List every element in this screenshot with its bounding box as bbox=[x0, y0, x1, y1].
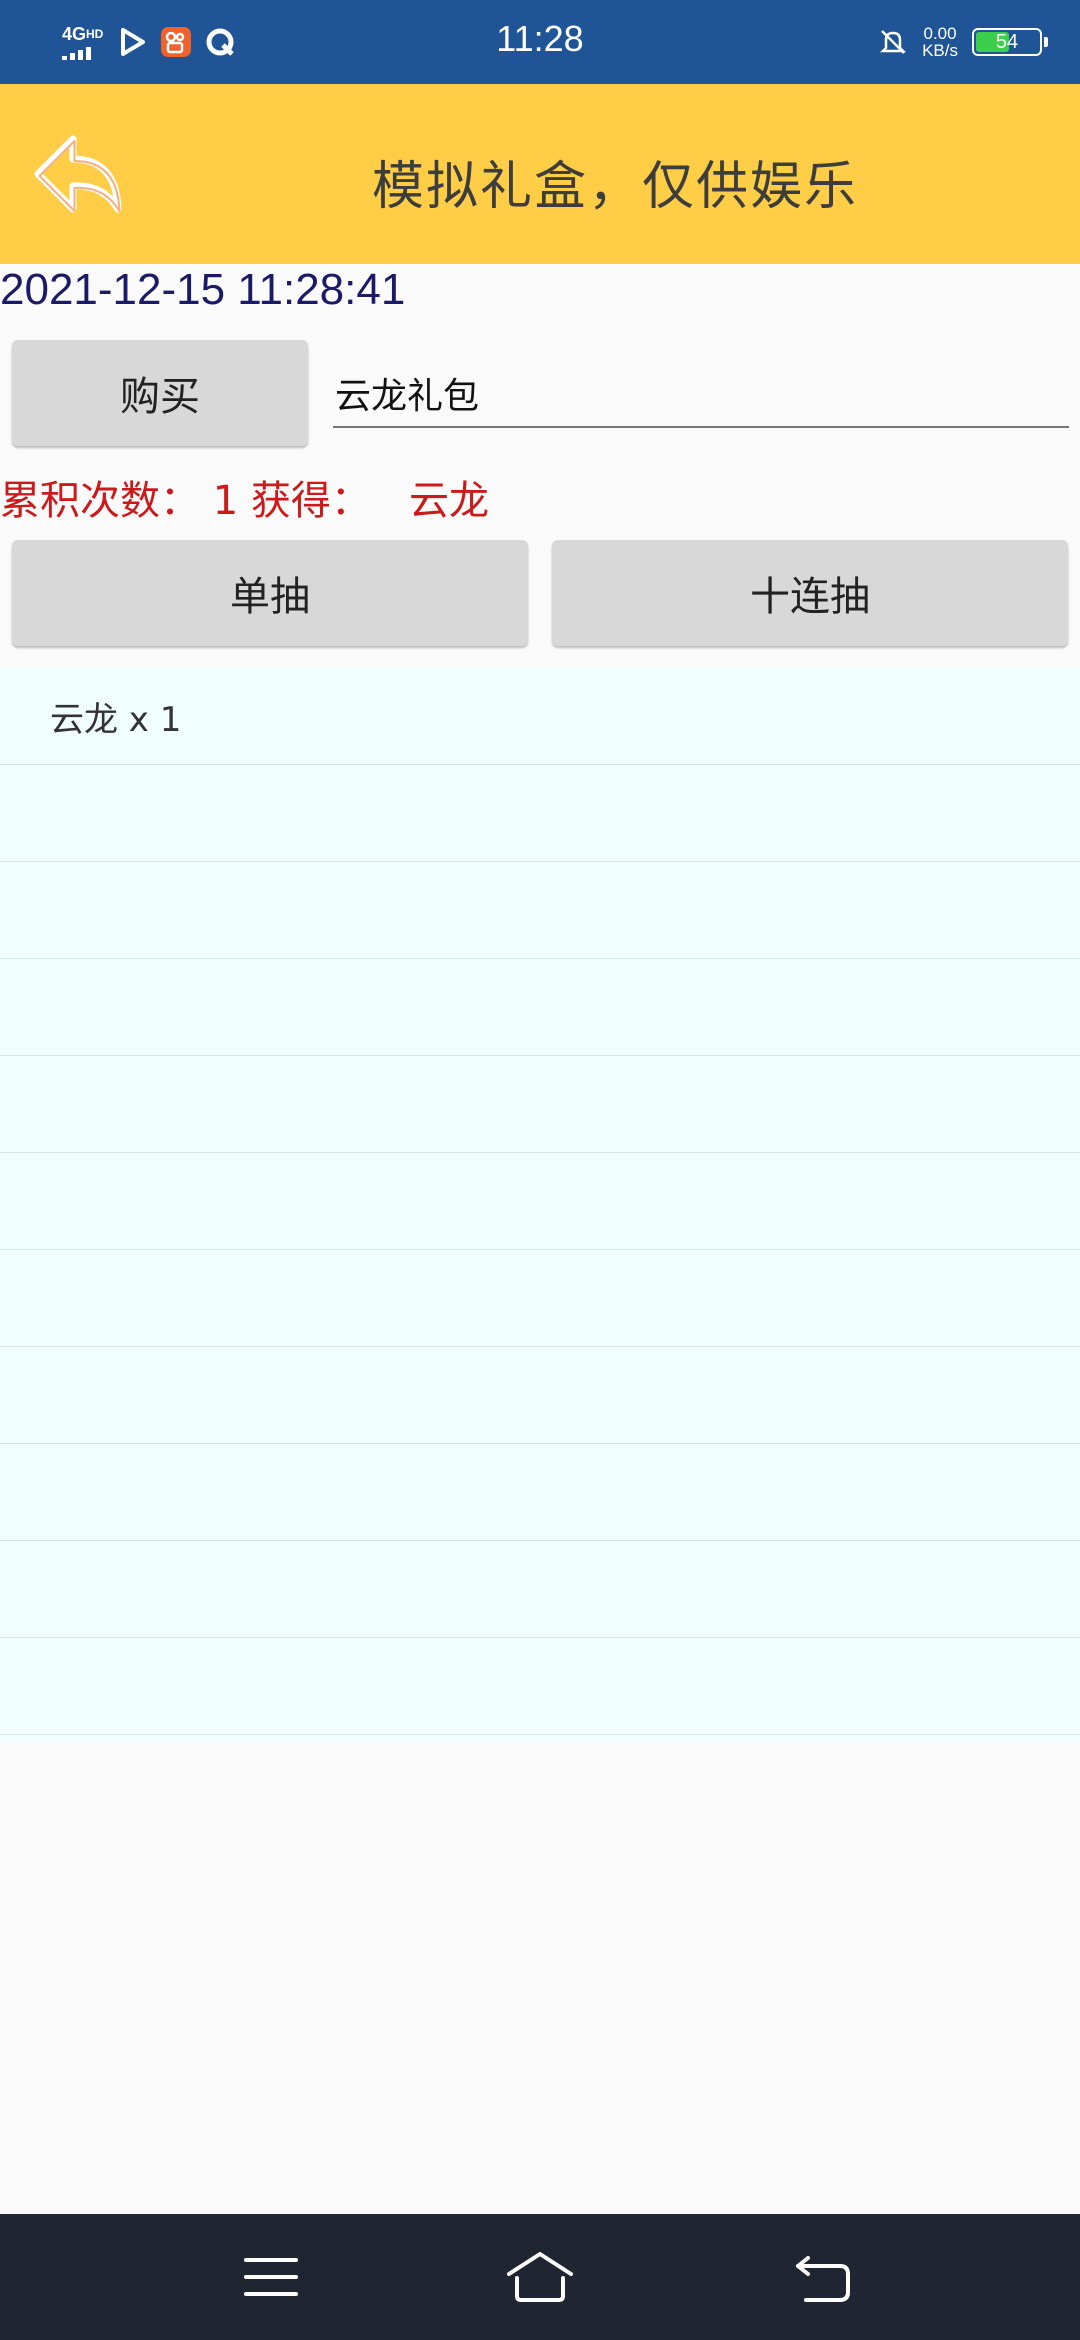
bell-muted-icon bbox=[880, 30, 907, 54]
gift-name-input[interactable] bbox=[333, 360, 1069, 428]
result-row[interactable] bbox=[0, 1444, 1080, 1541]
buy-button[interactable]: 购买 bbox=[12, 340, 308, 446]
result-row[interactable] bbox=[0, 959, 1080, 1056]
net-speed-value: 0.00 bbox=[923, 24, 957, 43]
current-datetime: 2021-12-15 11:28:41 bbox=[0, 265, 406, 314]
net-speed-unit: KB/s bbox=[922, 41, 958, 60]
result-row[interactable] bbox=[0, 1056, 1080, 1153]
battery-level: 54 bbox=[995, 31, 1019, 53]
draw-stats: 累积次数： 1 获得： 云龙 bbox=[0, 478, 490, 524]
results-list: 云龙 x 1 bbox=[0, 668, 1080, 1742]
home-icon[interactable] bbox=[505, 2242, 575, 2312]
single-draw-button[interactable]: 单抽 bbox=[12, 540, 528, 646]
result-row[interactable] bbox=[0, 1638, 1080, 1735]
result-row[interactable] bbox=[0, 1250, 1080, 1347]
status-right-icons: 0.00 KB/s 54 bbox=[878, 22, 1048, 62]
top-app-bar: 模拟礼盒，仅供娱乐 bbox=[0, 84, 1080, 264]
result-row[interactable] bbox=[0, 765, 1080, 862]
result-row[interactable] bbox=[0, 1347, 1080, 1444]
menu-icon[interactable] bbox=[236, 2242, 306, 2312]
back-arrow-icon[interactable] bbox=[28, 124, 128, 224]
status-bar: 4GHD 11:28 0.00 KB/s 54 bbox=[0, 0, 1080, 84]
back-icon[interactable] bbox=[788, 2242, 858, 2312]
result-row[interactable] bbox=[0, 1541, 1080, 1638]
result-row[interactable] bbox=[0, 1153, 1080, 1250]
result-row[interactable] bbox=[0, 862, 1080, 959]
page-title: 模拟礼盒，仅供娱乐 bbox=[372, 157, 859, 217]
result-row[interactable]: 云龙 x 1 bbox=[0, 668, 1080, 765]
system-nav-bar bbox=[0, 2214, 1080, 2340]
ten-draw-button[interactable]: 十连抽 bbox=[552, 540, 1068, 646]
battery-icon: 54 bbox=[972, 28, 1048, 56]
net-speed: 0.00 KB/s bbox=[922, 25, 958, 59]
